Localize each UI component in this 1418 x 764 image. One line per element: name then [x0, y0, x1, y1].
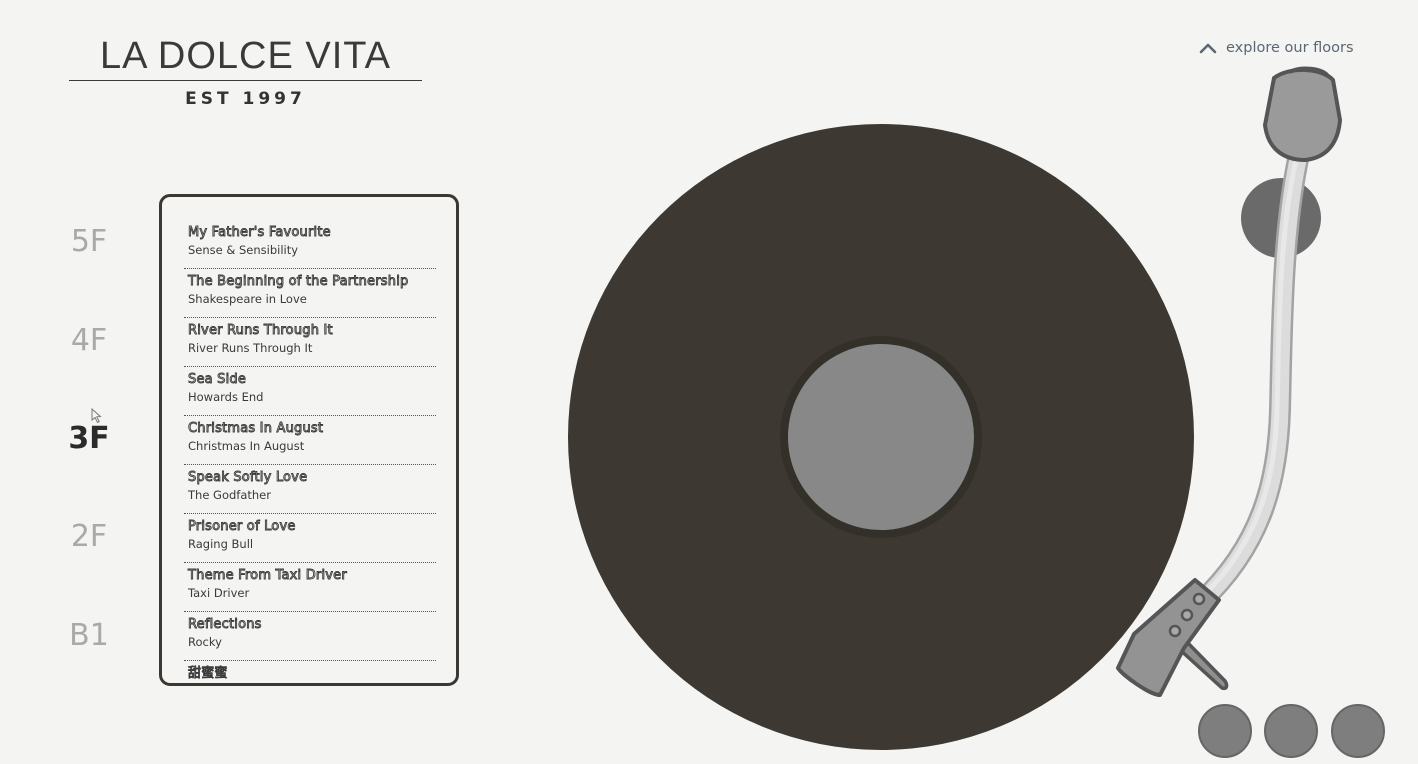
chevron-up-icon	[1198, 41, 1218, 55]
track-title: Sea Side	[188, 372, 247, 388]
tonearm-outline	[1189, 139, 1311, 614]
tonearm-highlight	[1200, 157, 1299, 599]
tonearm	[1191, 141, 1309, 612]
track-title: Theme From Taxi Driver	[188, 568, 348, 584]
track-item[interactable]: Theme From Taxi Driver Taxi Driver	[184, 563, 436, 612]
track-list: My Father's Favourite Sense & Sensibilit…	[162, 197, 456, 683]
track-film: Rocky	[188, 635, 222, 649]
track-film: Howards End	[188, 390, 264, 404]
track-film: Raging Bull	[188, 537, 254, 551]
track-item[interactable]: The Beginning of the Partnership Shakesp…	[184, 269, 436, 318]
floor-nav: 5F 4F 3F 2F B1	[0, 0, 160, 764]
track-item[interactable]: My Father's Favourite Sense & Sensibilit…	[184, 220, 436, 269]
track-film: River Runs Through It	[188, 341, 313, 355]
track-film: Christmas In August	[188, 439, 305, 453]
floor-5f[interactable]: 5F	[58, 224, 120, 259]
counterweight[interactable]	[1263, 66, 1342, 162]
track-title: Christmas In August	[188, 421, 324, 437]
track-title: River Runs Through It	[188, 323, 334, 339]
track-film: Sense & Sensibility	[188, 243, 299, 257]
track-item[interactable]: River Runs Through It River Runs Through…	[184, 318, 436, 367]
control-button-2[interactable]	[1264, 704, 1318, 758]
tonearm-pivot	[1241, 178, 1321, 258]
floor-3f[interactable]: 3F	[58, 421, 120, 456]
track-film: The Godfather	[188, 488, 271, 502]
track-title: Speak Softly Love	[188, 470, 308, 486]
track-title: 甜蜜蜜	[188, 666, 228, 682]
vinyl-record[interactable]	[568, 124, 1194, 750]
playlist-panel[interactable]: My Father's Favourite Sense & Sensibilit…	[159, 194, 459, 686]
track-item[interactable]: 甜蜜蜜	[184, 661, 436, 683]
floor-b1[interactable]: B1	[58, 618, 120, 653]
floor-2f[interactable]: 2F	[58, 519, 120, 554]
track-item[interactable]: Reflections Rocky	[184, 612, 436, 661]
mouse-pointer-icon	[91, 407, 103, 428]
track-title: My Father's Favourite	[188, 225, 332, 241]
track-item[interactable]: Prisoner of Love Raging Bull	[184, 514, 436, 563]
explore-floors-link[interactable]: explore our floors	[1198, 36, 1354, 60]
track-title: The Beginning of the Partnership	[188, 274, 409, 290]
track-item[interactable]: Christmas In August Christmas In August	[184, 416, 436, 465]
track-item[interactable]: Sea Side Howards End	[184, 367, 436, 416]
track-title: Prisoner of Love	[188, 519, 296, 535]
floor-4f[interactable]: 4F	[58, 323, 120, 358]
control-button-3[interactable]	[1331, 704, 1385, 758]
explore-label: explore our floors	[1226, 40, 1354, 56]
track-item[interactable]: Speak Softly Love The Godfather	[184, 465, 436, 514]
track-film: Shakespeare in Love	[188, 292, 307, 306]
control-button-1[interactable]	[1198, 704, 1252, 758]
track-film: Taxi Driver	[188, 586, 250, 600]
track-title: Reflections	[188, 617, 262, 633]
